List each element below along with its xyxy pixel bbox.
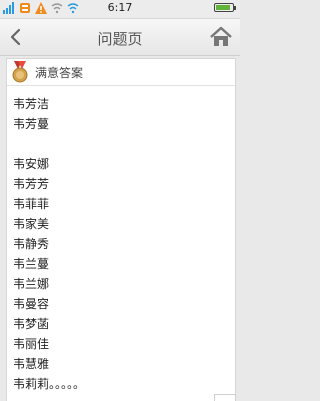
title-bar: 问题页 xyxy=(0,19,240,56)
status-bar: 6:17 xyxy=(0,0,240,19)
answer-line: 韦静秀 xyxy=(13,237,50,251)
answer-line: 韦兰娜 xyxy=(13,277,50,291)
answer-content: 韦芳洁韦芳蔓韦安娜韦芳芳韦菲菲韦家美韦静秀韦兰蔓韦兰娜韦曼容韦梦菡韦丽佳韦慧雅韦… xyxy=(7,86,235,394)
section-title: 满意答案 xyxy=(35,65,84,80)
answer-line: 韦兰蔓 xyxy=(13,257,50,271)
answer-line: 韦丽佳 xyxy=(13,337,50,351)
satisfied-answer-section: 满意答案 韦芳洁韦芳蔓韦安娜韦芳芳韦菲菲韦家美韦静秀韦兰蔓韦兰娜韦曼容韦梦菡韦丽… xyxy=(6,58,236,401)
answer-line: 韦莉莉。。。。。 xyxy=(13,377,86,391)
battery-indicator xyxy=(214,3,236,12)
battery-icon xyxy=(214,3,236,12)
section-header: 满意答案 xyxy=(7,59,235,86)
home-icon[interactable] xyxy=(208,24,234,50)
answer-line: 韦慧雅 xyxy=(13,357,50,371)
page-title: 问题页 xyxy=(97,30,143,48)
answer-line: 韦家美 xyxy=(13,217,50,231)
answer-line xyxy=(13,134,235,154)
answer-line: 韦芳洁 xyxy=(13,97,50,111)
answer-line: 韦芳蔓 xyxy=(13,117,50,131)
status-time: 6:17 xyxy=(107,1,133,14)
answer-line: 韦芳芳 xyxy=(13,177,50,191)
answer-line: 韦安娜 xyxy=(13,157,50,171)
answer-line: 韦梦菡 xyxy=(13,317,50,331)
battery-fill xyxy=(216,5,230,10)
answer-line: 韦曼容 xyxy=(13,297,50,311)
answer-line: 韦菲菲 xyxy=(13,197,50,211)
medal-icon xyxy=(12,61,28,83)
